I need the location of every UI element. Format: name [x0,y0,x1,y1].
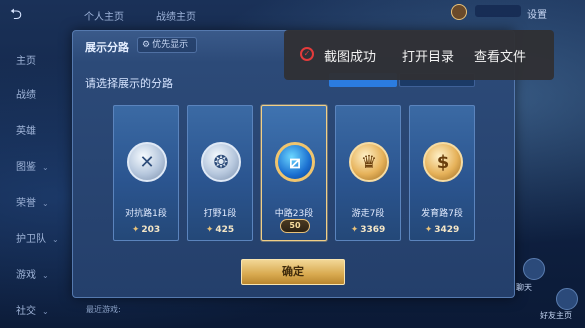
sidebar-item-social[interactable]: 社交 ⌄ [16,302,49,317]
chevron-down-icon: ⌄ [52,235,59,244]
tab-record[interactable]: 战绩主页 [156,8,196,23]
priority-display-button[interactable]: ⚙ 优先显示 [137,37,197,53]
top-bar: ⮌ 个人主页 战绩主页 设置 [0,0,585,28]
currency-badge [475,5,521,17]
screenshot-toast: ✓ 截图成功 打开目录 查看文件 [284,30,554,80]
chevron-down-icon: ⌄ [42,307,49,316]
back-arrow-icon[interactable]: ⮌ [10,6,48,22]
view-file-link[interactable]: 查看文件 [474,46,526,65]
dialog-subtitle: 请选择展示的分路 [85,77,173,90]
tab-personal[interactable]: 个人主页 [84,8,124,23]
friend-home-button[interactable] [556,288,578,310]
card-score: ✦ 425 [205,225,235,235]
sidebar: 主页 战绩 英雄 图鉴 ⌄ 荣誉 ⌄ 护卫队 ⌄ 游戏 ⌄ 社交 ⌄ [0,30,66,328]
sidebar-item-home[interactable]: 主页 [16,52,36,67]
sidebar-item-gallery[interactable]: 图鉴 ⌄ [16,158,49,173]
mid-badge-icon: ⧄ [275,142,315,182]
chevron-down-icon: ⌄ [42,271,49,280]
swirl-badge-icon: ❂ [201,142,241,182]
friend-home-label: 好友主页 [540,311,572,320]
toast-message: 截图成功 [324,50,377,65]
gear-icon: ⚙ [142,40,151,50]
open-directory-link[interactable]: 打开目录 [402,46,454,65]
check-circle-icon: ✓ [300,47,314,61]
lane-card-farm[interactable]: $ 发育路7段 ✦ 3429 [409,105,475,241]
sidebar-item-record[interactable]: 战绩 [16,86,36,101]
rank-star-icon: ✦ [205,225,214,235]
chevron-down-icon: ⌄ [42,163,49,172]
chat-label: 聊天 [516,283,532,292]
avatar[interactable] [451,4,467,20]
lane-card-roam[interactable]: ♛ 游走7段 ✦ 3369 [335,105,401,241]
lane-card-top[interactable]: ✕ 对抗路1段 ✦ 203 [113,105,179,241]
card-score: ✦ 203 [131,225,161,235]
card-label: 打野1段 [203,209,237,219]
card-score: ✦ 3369 [350,225,386,235]
confirm-button[interactable]: 确定 [241,259,345,285]
rank-star-icon: ✦ [350,225,359,235]
sidebar-item-hero[interactable]: 英雄 [16,122,36,137]
rank-star-icon: ✦ [424,225,433,235]
card-label: 对抗路1段 [125,209,167,219]
lane-card-jungle[interactable]: ❂ 打野1段 ✦ 425 [187,105,253,241]
sidebar-item-game[interactable]: 游戏 ⌄ [16,266,49,281]
rank-star-icon: ✦ [131,225,140,235]
coin-badge-icon: $ [423,142,463,182]
settings-button[interactable]: 设置 [527,6,547,21]
rank-badge: 50 [280,219,310,233]
lane-card-mid[interactable]: ⧄ 中路23段 50 [261,105,327,241]
sidebar-item-honor[interactable]: 荣誉 ⌄ [16,194,49,209]
recent-games-hint: 最近游戏: [86,305,121,314]
wing-badge-icon: ♛ [349,142,389,182]
dialog-title: 展示分路 [85,41,129,54]
card-label: 中路23段 [274,209,314,219]
card-label: 发育路7段 [421,209,463,219]
sword-badge-icon: ✕ [127,142,167,182]
sidebar-item-guard[interactable]: 护卫队 ⌄ [16,230,59,245]
lane-card-list: ✕ 对抗路1段 ✦ 203 ❂ 打野1段 ✦ 425 ⧄ 中路23段 50 ♛ 游走… [113,105,483,243]
chevron-down-icon: ⌄ [42,199,49,208]
card-label: 游走7段 [351,209,385,219]
card-score: ✦ 3429 [424,225,460,235]
chat-button[interactable] [523,258,545,280]
